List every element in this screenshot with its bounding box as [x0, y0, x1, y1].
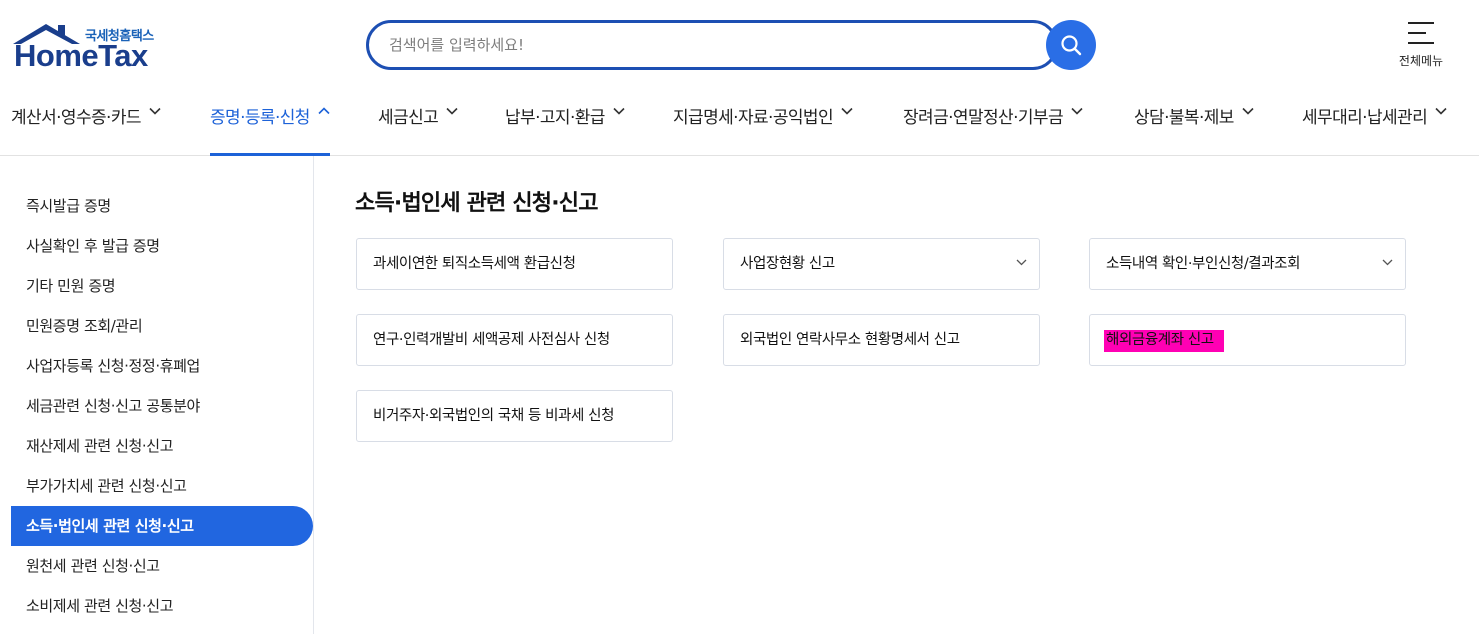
sidebar-item-vat[interactable]: 부가가치세 관련 신청·신고: [11, 466, 313, 506]
all-menu-button[interactable]: 전체메뉴: [1398, 20, 1444, 70]
chevron-down-icon: [841, 107, 853, 115]
nav-item-label: 세금신고: [378, 108, 439, 128]
main-navigation: 계산서·영수증·카드 증명·등록·신청 세금신고 납부·고지·환급 지급명세·자…: [0, 90, 1479, 156]
chevron-down-icon: [1071, 107, 1083, 115]
sidebar-item-certificate-management[interactable]: 민원증명 조회/관리: [11, 306, 313, 346]
nav-item-label: 상담·불복·제보: [1134, 108, 1234, 128]
nav-item-label: 계산서·영수증·카드: [11, 108, 142, 128]
chevron-down-icon: [446, 107, 458, 115]
nav-item-tax-filing[interactable]: 세금신고: [378, 90, 458, 156]
sidebar: 즉시발급 증명 사실확인 후 발급 증명 기타 민원 증명 민원증명 조회/관리…: [0, 156, 314, 634]
sidebar-item-other-certificate[interactable]: 기타 민원 증명: [11, 266, 313, 306]
chevron-down-icon: [1242, 107, 1254, 115]
search-box: [366, 20, 1058, 70]
chevron-down-icon: [1382, 259, 1393, 266]
nav-item-incentives[interactable]: 장려금·연말정산·기부금: [903, 90, 1083, 156]
nav-item-payment[interactable]: 납부·고지·환급: [505, 90, 625, 156]
card-business-status-report[interactable]: 사업장현황 신고: [723, 238, 1040, 290]
card-retirement-tax-refund[interactable]: 과세이연한 퇴직소득세액 환급신청: [356, 238, 673, 290]
card-nonresident-bond-exemption[interactable]: 비거주자·외국법인의 국채 등 비과세 신청: [356, 390, 673, 442]
chevron-up-icon: [318, 107, 330, 115]
sidebar-item-common-tax[interactable]: 세금관련 신청·신고 공통분야: [11, 386, 313, 426]
sidebar-item-excise-tax[interactable]: 소비제세 관련 신청·신고: [11, 586, 313, 626]
card-foreign-liaison-office[interactable]: 외국법인 연락사무소 현황명세서 신고: [723, 314, 1040, 366]
search-input[interactable]: [389, 23, 1009, 67]
nav-item-label: 세무대리·납세관리: [1302, 108, 1428, 128]
card-label: 사업장현황 신고: [740, 256, 835, 272]
nav-item-consulting[interactable]: 상담·불복·제보: [1134, 90, 1254, 156]
search-icon: [1061, 35, 1082, 56]
hometax-logo[interactable]: 국세청홈택스 HomeTax: [10, 22, 162, 73]
sidebar-item-business-registration[interactable]: 사업자등록 신청·정정·휴폐업: [11, 346, 313, 386]
sidebar-item-instant-certificate[interactable]: 즉시발급 증명: [11, 186, 313, 226]
sidebar-item-income-corporate-tax[interactable]: 소득·법인세 관련 신청·신고: [11, 506, 313, 546]
nav-item-certificates[interactable]: 증명·등록·신청: [210, 90, 330, 156]
chevron-down-icon: [613, 107, 625, 115]
card-label: 연구·인력개발비 세액공제 사전심사 신청: [373, 332, 610, 348]
card-rnd-tax-credit[interactable]: 연구·인력개발비 세액공제 사전심사 신청: [356, 314, 673, 366]
card-label: 과세이연한 퇴직소득세액 환급신청: [373, 256, 576, 272]
card-label: 해외금융계좌 신고: [1104, 330, 1224, 352]
chevron-down-icon: [1435, 107, 1447, 115]
sidebar-item-verified-certificate[interactable]: 사실확인 후 발급 증명: [11, 226, 313, 266]
all-menu-label: 전체메뉴: [1398, 54, 1444, 68]
nav-item-label: 납부·고지·환급: [505, 108, 605, 128]
hamburger-menu-icon: [1408, 22, 1434, 44]
chevron-down-icon: [149, 107, 161, 115]
sidebar-item-property-tax[interactable]: 재산제세 관련 신청·신고: [11, 426, 313, 466]
card-income-history[interactable]: 소득내역 확인·부인신청/결과조회: [1089, 238, 1406, 290]
nav-item-payment-statements[interactable]: 지급명세·자료·공익법인: [673, 90, 853, 156]
search-button[interactable]: [1046, 20, 1096, 70]
card-label: 소득내역 확인·부인신청/결과조회: [1106, 256, 1301, 272]
sidebar-item-withholding-tax[interactable]: 원천세 관련 신청·신고: [11, 546, 313, 586]
nav-item-tax-agent[interactable]: 세무대리·납세관리: [1302, 90, 1447, 156]
card-label: 비거주자·외국법인의 국채 등 비과세 신청: [373, 408, 615, 424]
chevron-down-icon: [1016, 259, 1027, 266]
card-label: 외국법인 연락사무소 현황명세서 신고: [740, 332, 960, 348]
logo-title: HomeTax: [14, 38, 148, 73]
nav-item-label: 증명·등록·신청: [210, 108, 310, 128]
nav-item-label: 지급명세·자료·공익법인: [673, 108, 834, 128]
nav-item-invoices[interactable]: 계산서·영수증·카드: [11, 90, 161, 156]
nav-item-label: 장려금·연말정산·기부금: [903, 108, 1064, 128]
page-title: 소득·법인세 관련 신청·신고: [355, 191, 598, 216]
card-overseas-account-report[interactable]: 해외금융계좌 신고: [1089, 314, 1406, 366]
